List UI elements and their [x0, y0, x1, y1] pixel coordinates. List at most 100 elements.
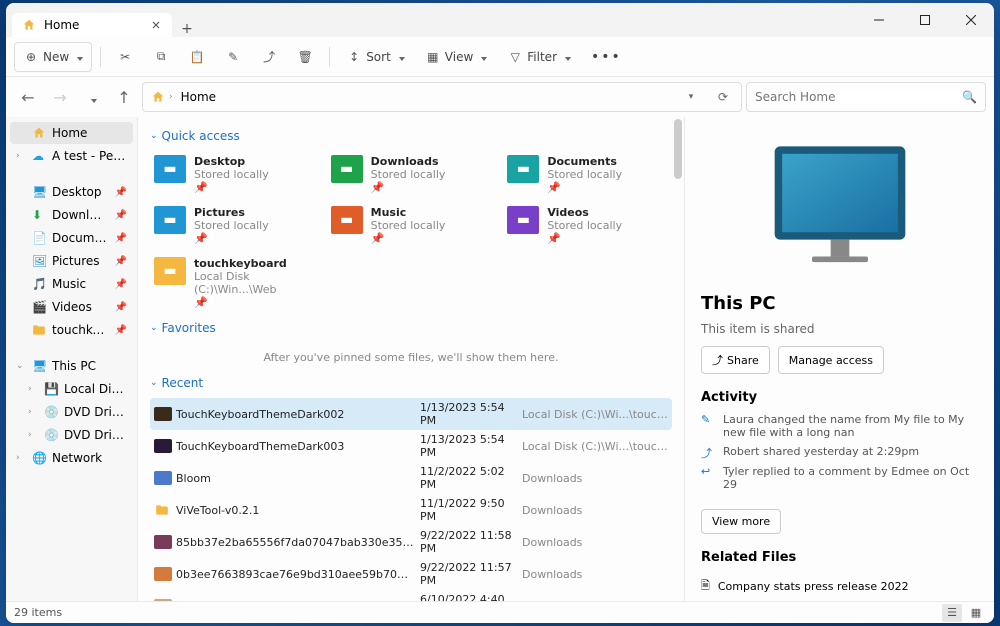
- sidebar-item-dvd1[interactable]: ›💿DVD Drive (D:) CC: [10, 401, 133, 423]
- section-favorites[interactable]: ⌄Favorites: [150, 321, 672, 335]
- sidebar-item-localdisk[interactable]: ›💾Local Disk (C:): [10, 378, 133, 400]
- activity-item: ⤴Robert shared yesterday at 2:29pm: [701, 445, 978, 459]
- plus-icon: ⊕: [23, 49, 39, 65]
- scrollbar[interactable]: [674, 119, 682, 179]
- recent-item[interactable]: Bloom 11/2/2022 5:02 PM Downloads: [150, 462, 672, 494]
- sidebar-item-dvd2[interactable]: ›💿DVD Drive (D:) CCC: [10, 424, 133, 446]
- dvd-icon: 💿: [44, 428, 58, 442]
- breadcrumb-home[interactable]: Home: [177, 90, 220, 104]
- documents-icon: 📄: [32, 231, 46, 245]
- delete-button[interactable]: 🗑: [289, 42, 321, 72]
- forward-button[interactable]: →: [46, 83, 74, 111]
- cut-button[interactable]: ✂: [109, 42, 141, 72]
- share-icon: ⤴: [261, 49, 277, 65]
- sidebar-item-touchkeyboard[interactable]: touchkeyboard📌: [10, 319, 133, 341]
- details-view-toggle[interactable]: ☰: [942, 604, 962, 622]
- maximize-button[interactable]: [902, 3, 948, 37]
- sidebar-item-network[interactable]: ›🌐Network: [10, 447, 133, 469]
- view-more-button[interactable]: View more: [701, 509, 781, 534]
- folder-icon: [32, 323, 46, 337]
- related-file-item[interactable]: 🗎 Company stats press release 2022: [701, 573, 978, 600]
- minimize-button[interactable]: [856, 3, 902, 37]
- pin-icon: 📌: [115, 279, 127, 290]
- sidebar-item-documents[interactable]: 📄Documents📌: [10, 227, 133, 249]
- sidebar-item-thispc[interactable]: ⌄🖥This PC: [10, 355, 133, 377]
- share-button[interactable]: ⤴Share: [701, 346, 770, 374]
- address-bar[interactable]: › Home ▾ ⟳: [142, 82, 742, 112]
- breadcrumb-root[interactable]: ›: [147, 90, 177, 104]
- pin-icon: 📌: [115, 210, 127, 221]
- sidebar-item-downloads[interactable]: ⬇Downloads📌: [10, 204, 133, 226]
- quickaccess-item[interactable]: ▬ Downloads Stored locally 📌: [327, 151, 496, 198]
- icons-view-toggle[interactable]: ▦: [966, 604, 986, 622]
- sidebar-item-videos[interactable]: 🎬Videos📌: [10, 296, 133, 318]
- view-button[interactable]: ▦View: [417, 42, 495, 72]
- sidebar-item-music[interactable]: 🎵Music📌: [10, 273, 133, 295]
- item-count: 29 items: [14, 606, 62, 619]
- quickaccess-item[interactable]: ▬ Videos Stored locally 📌: [503, 202, 672, 249]
- more-button[interactable]: •••: [583, 42, 630, 72]
- sidebar-item-desktop[interactable]: 🖥Desktop📌: [10, 181, 133, 203]
- recent-item[interactable]: TouchKeyboardThemeLight003 6/10/2022 4:4…: [150, 590, 672, 601]
- quickaccess-item[interactable]: ▬ Pictures Stored locally 📌: [150, 202, 319, 249]
- quickaccess-item[interactable]: ▬ Music Stored locally 📌: [327, 202, 496, 249]
- pin-icon: 📌: [115, 187, 127, 198]
- chevron-down-icon: [477, 50, 487, 64]
- monitor-icon: [765, 137, 915, 277]
- quickaccess-item[interactable]: ▬ Desktop Stored locally 📌: [150, 151, 319, 198]
- home-icon: [151, 90, 165, 104]
- sort-icon: ↕: [346, 49, 362, 65]
- network-icon: 🌐: [32, 451, 46, 465]
- details-shared: This item is shared: [701, 322, 978, 336]
- recent-item[interactable]: ViVeTool-v0.2.1 11/1/2022 9:50 PM Downlo…: [150, 494, 672, 526]
- new-button[interactable]: ⊕ New: [14, 42, 92, 72]
- close-icon[interactable]: [150, 19, 162, 31]
- rename-button[interactable]: ✎: [217, 42, 249, 72]
- tab-strip: Home +: [6, 3, 856, 37]
- recent-item[interactable]: TouchKeyboardThemeDark003 1/13/2023 5:54…: [150, 430, 672, 462]
- quickaccess-item[interactable]: ▬ touchkeyboard Local Disk (C:)\Win...\W…: [150, 253, 319, 313]
- close-button[interactable]: [948, 3, 994, 37]
- section-quickaccess[interactable]: ⌄Quick access: [150, 129, 672, 143]
- search-input[interactable]: [755, 90, 962, 104]
- up-button[interactable]: ↑: [110, 83, 138, 111]
- filter-button[interactable]: ▽Filter: [499, 42, 579, 72]
- manage-access-button[interactable]: Manage access: [778, 346, 884, 374]
- new-label: New: [43, 50, 69, 64]
- folder-icon: ▬: [507, 206, 539, 234]
- paste-button[interactable]: 📋: [181, 42, 213, 72]
- add-tab-button[interactable]: +: [172, 21, 202, 37]
- tab-home[interactable]: Home: [12, 13, 172, 37]
- chevron-down-icon: [561, 50, 571, 64]
- dropdown-button[interactable]: ▾: [677, 83, 705, 111]
- main-content: ⌄Quick access ▬ Desktop Stored locally 📌…: [138, 117, 684, 601]
- sidebar-item-pictures[interactable]: 🖼Pictures📌: [10, 250, 133, 272]
- sidebar-item-home[interactable]: Home: [10, 122, 133, 144]
- up-button[interactable]: [78, 83, 106, 111]
- pin-icon: 📌: [115, 233, 127, 244]
- music-icon: 🎵: [32, 277, 46, 291]
- share-icon: ⤴: [712, 352, 723, 368]
- recent-item[interactable]: 85bb37e2ba65556f7da07047bab330e3534c80a2…: [150, 526, 672, 558]
- view-icon: ▦: [425, 49, 441, 65]
- search-bar[interactable]: 🔍: [746, 82, 986, 112]
- share-button[interactable]: ⤴: [253, 42, 285, 72]
- folder-icon: ▬: [154, 155, 186, 183]
- copy-button[interactable]: ⧉: [145, 42, 177, 72]
- file-thumb: [154, 599, 170, 601]
- sidebar-item-atest[interactable]: ›☁A test - Personal: [10, 145, 133, 167]
- back-button[interactable]: ←: [14, 83, 42, 111]
- file-thumb: [154, 439, 170, 453]
- recent-item[interactable]: TouchKeyboardThemeDark002 1/13/2023 5:54…: [150, 398, 672, 430]
- delete-icon: 🗑: [297, 49, 313, 65]
- section-recent[interactable]: ⌄Recent: [150, 376, 672, 390]
- quickaccess-item[interactable]: ▬ Documents Stored locally 📌: [503, 151, 672, 198]
- details-title: This PC: [701, 293, 978, 314]
- pictures-icon: 🖼: [32, 254, 46, 268]
- window-controls: [856, 3, 994, 37]
- activity-item: ↩Tyler replied to a comment by Edmee on …: [701, 465, 978, 491]
- file-thumb: [154, 471, 170, 485]
- recent-item[interactable]: 0b3ee7663893cae76e9bd310aee59b70d76cc476…: [150, 558, 672, 590]
- refresh-button[interactable]: ⟳: [709, 83, 737, 111]
- sort-button[interactable]: ↕Sort: [338, 42, 413, 72]
